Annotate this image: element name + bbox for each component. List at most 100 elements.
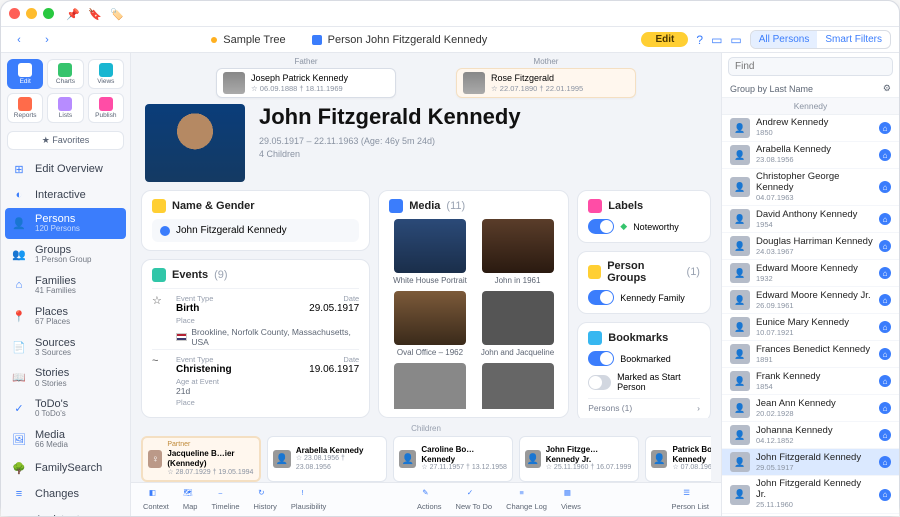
mother-card[interactable]: Rose Fitzgerald ☆ 22.07.1890 † 22.01.199… xyxy=(456,68,636,98)
group-toggle[interactable] xyxy=(588,290,614,305)
favorites-button[interactable]: ★ Favorites xyxy=(7,131,124,150)
person-list-item[interactable]: 👤Jean Ann Kennedy20.02.1928⌂ xyxy=(722,395,899,422)
mode-views[interactable]: Views xyxy=(88,59,124,89)
startperson-toggle[interactable] xyxy=(588,375,611,390)
child-card[interactable]: 👤John Fitzge… Kennedy Jr.☆ 25.11.1960 † … xyxy=(519,436,639,482)
mode-lists[interactable]: Lists xyxy=(47,93,83,123)
sidebar-item-sources[interactable]: 📄Sources3 Sources xyxy=(1,332,130,363)
child-card[interactable]: 👤Arabella Kennedy☆ 23.08.1956 † 23.08.19… xyxy=(267,436,387,482)
bottom-history[interactable]: ↻History xyxy=(254,488,277,511)
gender-male-icon xyxy=(160,226,170,236)
nav-forward[interactable]: › xyxy=(37,30,57,50)
media-item[interactable] xyxy=(477,363,559,409)
bottom-map[interactable]: 🗺Map xyxy=(183,488,198,511)
minimize-window[interactable] xyxy=(26,8,37,19)
media-item[interactable] xyxy=(389,363,471,409)
pin-icon[interactable]: 📌 xyxy=(66,8,78,20)
chevron-right-icon[interactable]: › xyxy=(697,403,700,413)
mode-edit[interactable]: Edit xyxy=(7,59,43,89)
person-list-item[interactable]: 👤Christopher George Kennedy04.07.1963⌂ xyxy=(722,169,899,206)
tag-icon[interactable]: 🏷️ xyxy=(110,8,122,20)
seg-smart-filters[interactable]: Smart Filters xyxy=(817,31,890,48)
mode-charts[interactable]: Charts xyxy=(47,59,83,89)
bottom-plausibility[interactable]: !Plausibility xyxy=(291,488,326,511)
tree-name[interactable]: Sample Tree xyxy=(223,34,285,46)
bottom-context[interactable]: ◧Context xyxy=(143,488,169,511)
window-titlebar: 📌 🔖 🏷️ xyxy=(1,1,899,27)
person-dates: 29.05.1917 – 22.11.1963 (Age: 46y 5m 24d… xyxy=(259,135,521,148)
child-card[interactable]: 👤Caroline Bo… Kennedy☆ 27.11.1957 † 13.1… xyxy=(393,436,513,482)
bookmarks-icon xyxy=(588,331,602,345)
bottom-new-to-do[interactable]: ✓New To Do xyxy=(456,488,493,511)
father-card[interactable]: Joseph Patrick Kennedy ☆ 06.09.1888 † 18… xyxy=(216,68,396,98)
bottom-change-log[interactable]: ≡Change Log xyxy=(506,488,547,511)
mother-photo xyxy=(463,72,485,94)
breadcrumb[interactable]: Person John Fitzgerald Kennedy xyxy=(328,34,488,46)
help-icon[interactable]: ? xyxy=(696,33,703,47)
sidebar-item-groups[interactable]: 👥Groups1 Person Group xyxy=(1,239,130,270)
seg-all-persons[interactable]: All Persons xyxy=(751,31,818,48)
edit-mode-pill[interactable]: Edit xyxy=(641,32,688,47)
event-row[interactable]: ☆Event TypeBirthDate29.05.1917PlaceBrook… xyxy=(152,288,359,349)
noteworthy-toggle[interactable] xyxy=(588,219,614,234)
find-input[interactable] xyxy=(728,57,893,76)
person-list-item[interactable]: 👤Arabella Kennedy23.08.1956⌂ xyxy=(722,142,899,169)
person-list-item[interactable]: 👤Frances Benedict Kennedy1891⌂ xyxy=(722,341,899,368)
media-item[interactable]: Oval Office – 1962 xyxy=(389,291,471,357)
media-item[interactable]: White House Portrait xyxy=(389,219,471,285)
person-list-item[interactable]: 👤David Anthony Kennedy1954⌂ xyxy=(722,206,899,233)
zoom-window[interactable] xyxy=(43,8,54,19)
event-row[interactable]: ~Event TypeChristeningDate19.06.1917Age … xyxy=(152,349,359,409)
sidebar-item-changes[interactable]: ≡Changes xyxy=(1,481,130,507)
sidebar-item-assistant[interactable]: ✦Assistant xyxy=(1,507,130,516)
nav-back[interactable]: ‹ xyxy=(9,30,29,50)
panel-right-icon[interactable]: ▭ xyxy=(730,33,741,47)
sidebar-item-familysearch[interactable]: 🌳FamilySearch xyxy=(1,455,130,481)
tree-indicator-icon xyxy=(211,37,217,43)
sidebar-item-edit-overview[interactable]: ⊞Edit Overview xyxy=(1,156,130,182)
name-field[interactable]: John Fitzgerald Kennedy xyxy=(152,219,359,242)
groupby-selector[interactable]: Group by Last Name ⚙ xyxy=(722,80,899,98)
person-list-item[interactable]: 👤Frank Kennedy1854⌂ xyxy=(722,368,899,395)
mode-publish[interactable]: Publish xyxy=(88,93,124,123)
sidebar-item-families[interactable]: ⌂Families41 Families xyxy=(1,270,130,301)
media-item[interactable]: John in 1961 xyxy=(477,219,559,285)
sidebar-item-persons[interactable]: 👤Persons120 Persons xyxy=(5,208,126,239)
mother-dates: ☆ 22.07.1890 † 22.01.1995 xyxy=(491,84,583,93)
bookmark-icon[interactable]: 🔖 xyxy=(88,8,100,20)
gear-icon[interactable]: ⚙ xyxy=(883,83,891,94)
sidebar-item-media[interactable]: 🖼Media66 Media xyxy=(1,424,130,455)
bookmarked-toggle[interactable] xyxy=(588,351,614,366)
child-card[interactable]: 👤Patrick Bouvier Kennedy☆ 07.08.1963 † 0… xyxy=(645,436,711,482)
bottom-views[interactable]: ▦Views xyxy=(561,488,581,511)
person-list-item[interactable]: 👤Douglas Harriman Kennedy24.03.1967⌂ xyxy=(722,233,899,260)
main-content: Father Joseph Patrick Kennedy ☆ 06.09.18… xyxy=(131,53,721,516)
close-window[interactable] xyxy=(9,8,20,19)
media-item[interactable]: John and Jacqueline xyxy=(477,291,559,357)
person-list-item[interactable]: 👤John Fitzgerald Kennedy29.05.1917⌂ xyxy=(722,449,899,476)
person-list-item[interactable]: 👤Andrew Kennedy1850⌂ xyxy=(722,115,899,142)
spouse-card[interactable]: ♀PartnerJacqueline B…ier (Kennedy)☆ 28.0… xyxy=(141,436,261,482)
panel-left-icon[interactable]: ▭ xyxy=(711,33,722,47)
mode-reports[interactable]: Reports xyxy=(7,93,43,123)
sidebar-item-stories[interactable]: 📖Stories0 Stories xyxy=(1,362,130,393)
personlist-button[interactable]: ☰Person List xyxy=(671,488,709,511)
person-list-item[interactable]: 👤John Fitzgerald Kennedy Jr.25.11.1960⌂ xyxy=(722,476,899,513)
mother-label: Mother xyxy=(456,57,636,66)
person-name-title: John Fitzgerald Kennedy xyxy=(259,104,521,130)
person-list-item[interactable]: 👤Johanna Kennedy04.12.1852⌂ xyxy=(722,422,899,449)
main-toolbar: ‹ › Sample Tree Person John Fitzgerald K… xyxy=(1,27,899,53)
person-list-item[interactable]: 👤John Kennedy1715⌂ xyxy=(722,514,899,516)
list-filter-segment[interactable]: All Persons Smart Filters xyxy=(750,30,891,49)
hero-photo[interactable] xyxy=(145,104,245,182)
sidebar-item-interactive[interactable]: ◐Interactive xyxy=(1,182,130,208)
sidebar-item-places[interactable]: 📍Places67 Places xyxy=(1,301,130,332)
person-list-item[interactable]: 👤Edward Moore Kennedy Jr.26.09.1961⌂ xyxy=(722,287,899,314)
bottom-timeline[interactable]: ⎯Timeline xyxy=(211,488,239,511)
sidebar-item-todo-s[interactable]: ✓ToDo's0 ToDo's xyxy=(1,393,130,424)
bottom-actions[interactable]: ✎Actions xyxy=(417,488,442,511)
person-list-item[interactable]: 👤Eunice Mary Kennedy10.07.1921⌂ xyxy=(722,314,899,341)
groups-card: Person Groups (1) Kennedy Family xyxy=(577,251,711,314)
left-sidebar: EditChartsViews ReportsListsPublish ★ Fav… xyxy=(1,53,131,516)
person-list-item[interactable]: 👤Edward Moore Kennedy1932⌂ xyxy=(722,260,899,287)
